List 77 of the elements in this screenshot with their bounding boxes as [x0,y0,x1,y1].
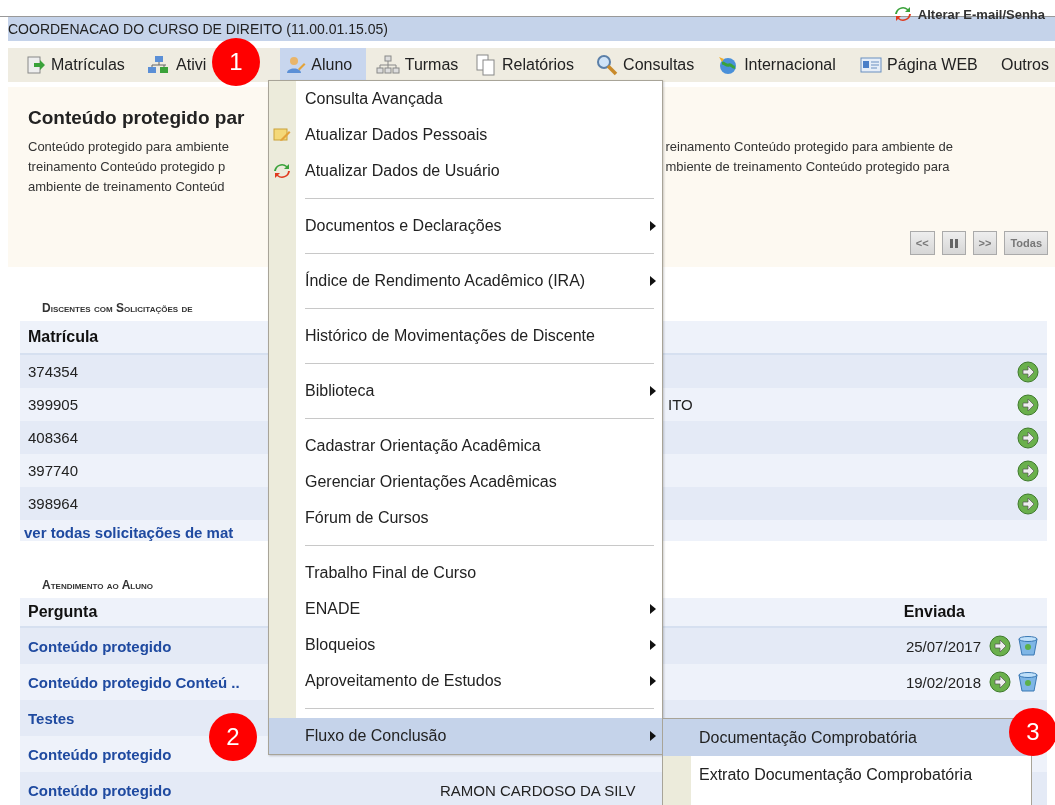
pause-icon [949,238,958,248]
table-cell: ITO [668,396,693,413]
hierarchy-icon [375,55,400,75]
menu-item[interactable]: Cadastrar Orientação Acadêmica [269,428,662,464]
nav-button[interactable]: >> [972,231,998,255]
unit-title: COORDENACAO DO CURSO DE DIREITO (11.00.01.15.05) [8,21,388,37]
section-title: Discentes com Solicitações de [42,301,193,315]
id-card-icon [860,57,883,73]
note-icon [273,126,291,144]
question-link[interactable]: Testes [28,709,75,727]
table-cell: 19/02/2018 [905,673,981,691]
menu-item[interactable]: Gerenciar Orientações Acadêmicas [269,464,662,500]
table-cell: RAMON CARDOSO DA SILV [440,781,636,799]
menu-item[interactable]: Trabalho Final de Curso [269,555,662,591]
document-icon [26,55,46,75]
step-badge: 1 [212,38,260,86]
caret-icon [650,276,656,286]
sync-icon [893,5,912,23]
menu-item[interactable]: Atualizar Dados Pessoais [269,117,662,153]
pages-icon [475,54,497,76]
pause-button[interactable] [941,231,966,255]
menu-tab[interactable]: Matrículas [20,48,138,82]
section-title: Atendimento ao Aluno [42,578,153,592]
account-link[interactable]: Alterar E-mail/Senha [893,5,1045,23]
caret-icon [650,604,656,614]
notice-title: Conteúdo protegido par [28,107,245,130]
caret-icon [650,640,656,650]
sync-icon [273,162,291,180]
menu-tab[interactable]: Internacional [711,48,851,82]
column-header: Enviada [903,603,965,621]
menu-item[interactable]: Histórico de Movimentações de Discente [269,318,662,354]
table-cell: 25/07/2017 [905,637,981,655]
menu-item[interactable]: ENADE [269,591,662,627]
menu-item[interactable]: Aproveitamento de Estudos [269,663,662,699]
notice-text: Conteúdo protegido para ambiente [28,138,229,156]
nav-button[interactable]: << [909,231,935,255]
table-cell: 398964 [28,495,79,512]
user-icon [286,55,307,75]
menu-tab[interactable]: Turmas [369,48,465,82]
menu-tab[interactable]: Ativi [141,48,213,82]
notice-text: reinamento Conteúdo protegido para ambiente de [665,138,954,156]
question-link[interactable]: Conteúdo protegido [28,781,172,799]
table-cell: 397740 [28,462,79,479]
menu-item[interactable]: Atualizar Dados de Usuário [269,153,662,189]
menu-item[interactable]: Consulta Avançada [269,81,662,117]
menu-item[interactable]: Extrato Documentação Comprobatória [663,756,1031,793]
nav-button[interactable]: Todas [1004,231,1048,255]
menu-item[interactable]: Índice de Rendimento Acadêmico (IRA) [269,263,662,299]
table-cell: 408364 [28,429,79,446]
menu-item[interactable]: Bloqueios [269,627,662,663]
question-link[interactable]: Conteúdo protegido Conteú .. [28,673,240,691]
view-all-link[interactable]: ver todas solicitações de mat [24,524,234,541]
question-link[interactable]: Conteúdo protegido [28,637,172,655]
menu-tab[interactable]: Relatórios [469,48,587,82]
menu-tab[interactable]: Consultas [590,48,708,82]
menu-item[interactable]: Fluxo de Conclusão [269,718,662,754]
trash-icon[interactable] [1017,635,1039,657]
caret-icon [650,221,656,231]
menu-tab[interactable]: Outros [995,48,1055,82]
search-icon [596,54,619,76]
notice-text: mbiente de treinamento Conteúdo protegido para [665,158,950,176]
trash-icon[interactable] [1017,671,1039,693]
notice-text: ambiente de treinamento Conteúd [28,178,225,196]
column-header: Pergunta [28,603,98,621]
column-header: Matrícula [28,328,99,346]
menu-tab[interactable]: Página WEB [854,48,991,82]
caret-icon [650,731,656,741]
caret-icon [650,676,656,686]
menu-item[interactable]: Fórum de Cursos [269,500,662,536]
menu-item[interactable]: Documentos e Declarações [269,208,662,244]
menu-tab[interactable]: Aluno [280,48,366,82]
notice-text: treinamento Conteúdo protegido p [28,158,226,176]
menu-item[interactable]: Biblioteca [269,373,662,409]
table-cell: 399905 [28,396,79,413]
question-link[interactable]: Conteúdo protegido [28,745,172,763]
table-cell: 374354 [28,363,79,380]
caret-icon [650,386,656,396]
